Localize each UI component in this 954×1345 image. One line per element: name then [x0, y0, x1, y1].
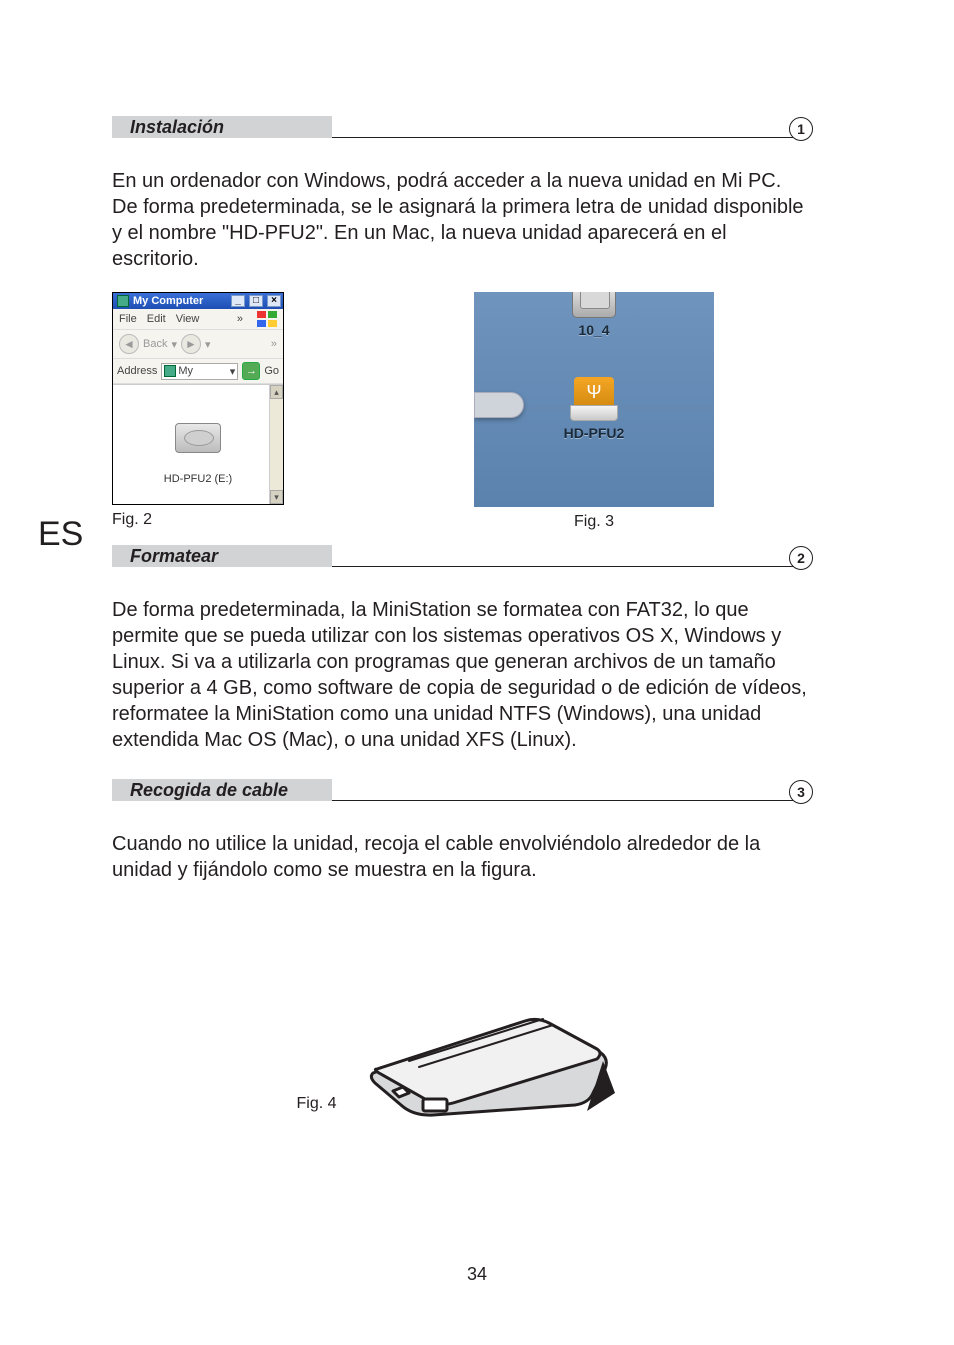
scrollbar[interactable]: ▴ ▾ — [269, 385, 283, 504]
windows-my-computer-window: My Computer _ □ × File Edit View » ◄ Bac… — [112, 292, 284, 505]
drive-label: HD-PFU2 (E:) — [164, 473, 232, 485]
figure-caption: Fig. 2 — [112, 511, 284, 529]
windows-flag-icon — [257, 311, 277, 327]
section-body: En un ordenador con Windows, podrá acced… — [112, 168, 807, 272]
section-number-badge: 3 — [789, 780, 813, 804]
section-body: De forma predeterminada, la MiniStation … — [112, 597, 807, 753]
figure-caption: Fig. 3 — [474, 513, 714, 531]
scroll-track[interactable] — [270, 399, 283, 490]
minimize-button[interactable]: _ — [231, 295, 245, 307]
window-titlebar: My Computer _ □ × — [113, 293, 283, 309]
figure-caption: Fig. 4 — [296, 1095, 336, 1113]
address-bar: Address My ▾ → Go — [113, 359, 283, 384]
maximize-button[interactable]: □ — [249, 295, 263, 307]
dock-tab — [474, 392, 524, 418]
language-code: ES — [38, 515, 83, 554]
address-label: Address — [117, 365, 157, 377]
window-content: HD-PFU2 (E:) ▴ ▾ — [113, 384, 283, 504]
forward-button[interactable]: ► — [181, 334, 201, 354]
menu-edit[interactable]: Edit — [147, 313, 166, 325]
section-number-badge: 1 — [789, 117, 813, 141]
section-header-recogida: Recogida de cable 3 — [112, 773, 807, 801]
menu-view[interactable]: View — [176, 313, 200, 325]
mac-usb-item[interactable]: Ψ HD-PFU2 — [544, 377, 644, 441]
toolbar-more[interactable]: » — [271, 338, 277, 350]
usb-label: HD-PFU2 — [544, 425, 644, 441]
hdd-label: 10_4 — [544, 322, 644, 338]
section-header-formatear: Formatear 2 — [112, 539, 807, 567]
address-input[interactable]: My ▾ — [161, 363, 238, 380]
go-label: Go — [264, 365, 279, 377]
my-computer-icon — [117, 295, 129, 307]
section-body: Cuando no utilice la unidad, recoja el c… — [112, 831, 807, 883]
close-button[interactable]: × — [267, 295, 281, 307]
menu-more[interactable]: » — [237, 313, 243, 325]
page-number: 34 — [0, 1264, 954, 1285]
back-button[interactable]: ◄ — [119, 334, 139, 354]
section-title: Recogida de cable — [112, 779, 332, 801]
window-menubar: File Edit View » — [113, 309, 283, 330]
go-button[interactable]: → — [242, 362, 260, 380]
hdd-icon — [572, 292, 616, 318]
mac-desktop: 10_4 Ψ HD-PFU2 — [474, 292, 714, 507]
usb-drive-icon: Ψ — [570, 377, 618, 421]
menu-file[interactable]: File — [119, 313, 137, 325]
scroll-down-button[interactable]: ▾ — [270, 490, 283, 504]
window-title: My Computer — [133, 295, 203, 307]
section-number-badge: 2 — [789, 546, 813, 570]
window-toolbar: ◄ Back ▾ ► ▾ » — [113, 330, 283, 359]
section-title: Formatear — [112, 545, 332, 567]
drive-icon[interactable] — [175, 423, 221, 453]
scroll-up-button[interactable]: ▴ — [270, 385, 283, 399]
my-computer-icon — [164, 365, 176, 377]
device-illustration — [353, 953, 623, 1123]
usb-symbol-icon: Ψ — [586, 382, 601, 403]
back-label: Back — [143, 338, 167, 350]
mac-hdd-item[interactable]: 10_4 — [544, 292, 644, 338]
address-value: My — [178, 365, 193, 377]
section-header-instalacion: Instalación 1 — [112, 110, 807, 138]
section-title: Instalación — [112, 116, 332, 138]
